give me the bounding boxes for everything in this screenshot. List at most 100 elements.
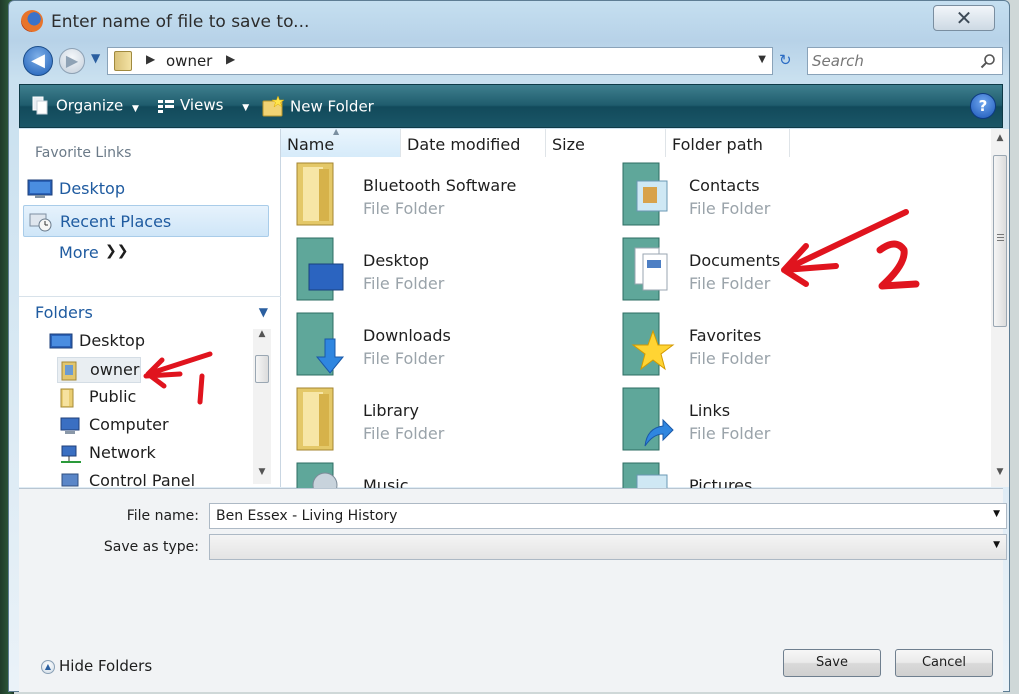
file-name: Favorites	[689, 326, 762, 345]
scroll-thumb[interactable]	[993, 155, 1007, 327]
favorite-recent-places-label: Recent Places	[60, 212, 172, 231]
scroll-down-icon[interactable]: ▼	[991, 467, 1009, 483]
back-button[interactable]: ◀	[23, 46, 53, 76]
column-header-label: Name	[287, 135, 335, 154]
tree-item-label: Network	[89, 443, 156, 462]
file-tile-downloads[interactable]: Downloads File Folder	[281, 309, 601, 383]
desktop-icon	[49, 333, 73, 349]
folder-icon	[296, 387, 334, 451]
column-header-name[interactable]: Name ▲	[281, 127, 401, 157]
help-button[interactable]: ?	[970, 93, 996, 119]
tree-item-network[interactable]: Network	[59, 441, 209, 467]
file-tile-desktop[interactable]: Desktop File Folder	[281, 234, 601, 308]
folders-header[interactable]: Folders	[35, 303, 93, 322]
favorite-desktop[interactable]: Desktop	[23, 173, 269, 205]
file-name: Library	[363, 401, 419, 420]
save-as-type-label: Save as type:	[103, 539, 199, 555]
tree-item-label: owner	[90, 360, 140, 379]
scroll-up-icon[interactable]: ▲	[253, 329, 271, 345]
views-button[interactable]: Views ▼	[158, 96, 249, 114]
tree-item-computer[interactable]: Computer	[59, 413, 209, 439]
scroll-up-icon[interactable]: ▲	[991, 133, 1009, 149]
favorite-recent-places[interactable]: Recent Places	[23, 205, 269, 237]
chevron-down-icon[interactable]: ▼	[993, 509, 1000, 519]
address-box[interactable]: ▶ owner ▶ ▼	[107, 47, 773, 75]
save-button[interactable]: Save	[783, 649, 881, 677]
cancel-button[interactable]: Cancel	[895, 649, 993, 677]
new-folder-icon	[262, 96, 284, 117]
chevron-down-icon[interactable]: ▼	[993, 540, 1000, 550]
tree-item-owner[interactable]: owner	[57, 357, 141, 383]
file-tile-contacts[interactable]: Contacts File Folder	[607, 159, 927, 233]
control-panel-icon	[61, 473, 79, 487]
more-link[interactable]: More	[59, 243, 99, 262]
column-header-label: Size	[552, 135, 585, 154]
close-button[interactable]: ✕	[933, 5, 995, 31]
file-tile-documents[interactable]: Documents File Folder	[607, 234, 927, 308]
breadcrumb-owner[interactable]: owner	[166, 52, 212, 70]
recent-places-icon	[29, 213, 52, 232]
folder-tree: Desktop owner Public Computer Network Co…	[19, 325, 251, 487]
file-list: Name ▲ Date modified Size Folder path Bl…	[281, 127, 1009, 526]
file-name: Documents	[689, 251, 781, 270]
favorite-desktop-label: Desktop	[59, 179, 125, 198]
breadcrumb-separator-icon[interactable]: ▶	[146, 52, 155, 66]
file-name-field[interactable]: Ben Essex - Living History	[216, 508, 397, 524]
file-list-scrollbar[interactable]: ▲ ▼	[991, 129, 1009, 487]
hide-folders-label: Hide Folders	[59, 657, 153, 675]
tree-item-label: Computer	[89, 415, 169, 434]
file-type: File Folder	[689, 349, 771, 368]
scroll-thumb[interactable]	[255, 355, 269, 383]
save-dialog: Enter name of file to save to... ✕ ◀ ▶ ▼…	[8, 0, 1010, 692]
pane-divider	[19, 296, 281, 297]
new-folder-label: New Folder	[290, 97, 374, 116]
recent-pages-dropdown-icon[interactable]: ▼	[91, 51, 100, 65]
organize-icon	[32, 96, 48, 115]
sort-ascending-icon: ▲	[333, 127, 340, 136]
tree-item-control-panel[interactable]: Control Panel	[59, 469, 249, 487]
file-name: Links	[689, 401, 731, 420]
hide-folders-toggle[interactable]: ▲ Hide Folders	[41, 657, 152, 675]
documents-folder-icon	[622, 237, 668, 301]
breadcrumb-separator-icon[interactable]: ▶	[226, 52, 235, 66]
new-folder-button[interactable]: New Folder	[262, 96, 374, 118]
file-name-combo[interactable]: Ben Essex - Living History ▼	[209, 503, 1007, 529]
refresh-icon[interactable]: ↻	[779, 51, 792, 69]
downloads-folder-icon	[296, 312, 345, 376]
column-header-size[interactable]: Size	[546, 129, 666, 157]
tree-item-public[interactable]: Public	[59, 385, 209, 411]
scroll-down-icon[interactable]: ▼	[253, 467, 271, 483]
organize-button[interactable]: Organize ▼	[32, 96, 139, 116]
double-chevron-right-icon[interactable]: ❯❯	[105, 243, 128, 259]
file-tile-bluetooth-software[interactable]: Bluetooth Software File Folder	[281, 159, 601, 233]
folder-icon	[114, 51, 132, 71]
column-header-label: Date modified	[407, 135, 521, 154]
organize-label: Organize	[56, 96, 124, 115]
network-icon	[61, 445, 81, 463]
address-dropdown-icon[interactable]: ▼	[758, 54, 766, 65]
search-input[interactable]	[812, 51, 972, 71]
views-label: Views	[180, 96, 224, 114]
views-icon	[158, 99, 174, 113]
forward-button[interactable]: ▶	[59, 48, 85, 74]
chevron-down-icon: ▼	[131, 103, 139, 114]
computer-icon	[60, 417, 80, 434]
save-as-type-select[interactable]: ▼	[209, 534, 1007, 560]
chevron-down-icon[interactable]: ▼	[259, 305, 268, 319]
column-header-folder-path[interactable]: Folder path	[666, 129, 790, 157]
command-toolbar: Organize ▼ Views ▼ New Folder ?	[19, 84, 1003, 128]
file-tile-links[interactable]: Links File Folder	[607, 384, 927, 458]
tree-item-desktop[interactable]: Desktop	[49, 329, 239, 355]
links-folder-icon	[622, 387, 674, 451]
search-icon[interactable]	[980, 53, 996, 69]
navigation-pane: Favorite Links Desktop Recent Places Mor…	[19, 129, 281, 487]
desktop-icon	[27, 179, 53, 198]
file-tile-library[interactable]: Library File Folder	[281, 384, 601, 458]
title-bar: Enter name of file to save to... ✕	[9, 1, 1009, 41]
file-type: File Folder	[689, 199, 771, 218]
column-header-date-modified[interactable]: Date modified	[401, 129, 546, 157]
firefox-icon	[21, 10, 43, 32]
file-tile-favorites[interactable]: Favorites File Folder	[607, 309, 927, 383]
folder-tree-scrollbar[interactable]: ▲ ▼	[253, 329, 271, 484]
file-name: Desktop	[363, 251, 429, 270]
